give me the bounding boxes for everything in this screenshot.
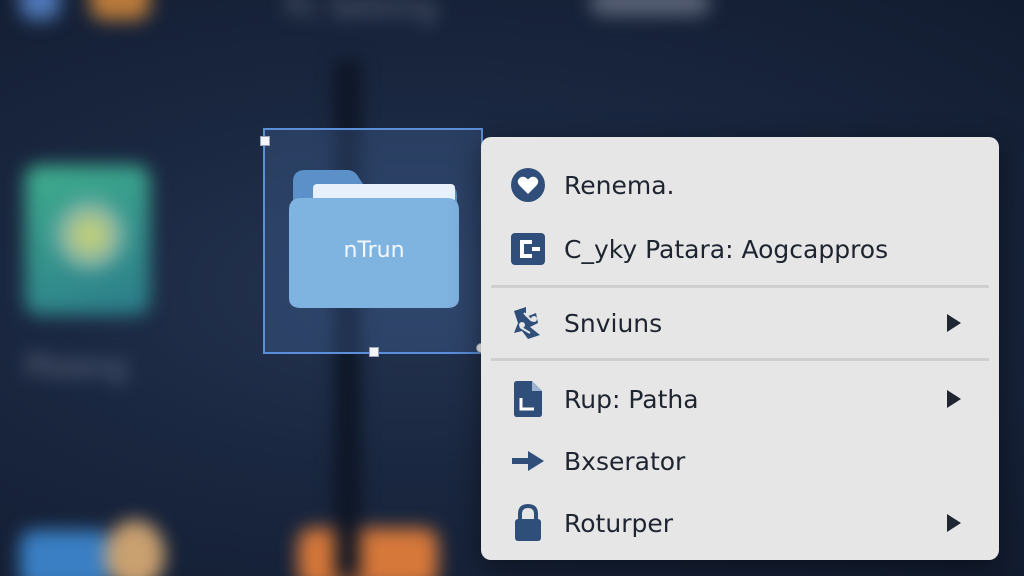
menu-item-copy-path[interactable]: C_yky Patara: Aogcappros: [481, 219, 999, 279]
menu-item-label: Rup: Patha: [564, 384, 699, 414]
document-icon: [509, 380, 547, 418]
lock-icon: [509, 504, 547, 542]
left-app-label: Pbieng: [25, 350, 127, 385]
bottom-left-app-icon-2: [105, 520, 165, 576]
folder-name-label: nTrun: [343, 238, 405, 263]
menu-item-label: Bxserator: [564, 446, 686, 476]
context-menu: Renema. C_yky Patara: Aogcappros Snviuns: [481, 137, 999, 560]
menu-item-label: Renema.: [564, 170, 675, 200]
share-network-icon: [509, 304, 547, 342]
bottom-left-app-icon: [20, 530, 110, 576]
chevron-right-icon: [947, 514, 961, 532]
selected-folder[interactable]: nTrun: [260, 128, 486, 357]
menu-item-share[interactable]: Snviuns: [481, 293, 999, 353]
menu-separator: [491, 358, 989, 361]
selection-handle-bottom-center[interactable]: [369, 347, 379, 357]
top-app-label: Pc Setting: [285, 0, 437, 25]
menu-item-label: C_yky Patara: Aogcappros: [564, 234, 889, 264]
top-bar-blur: [590, 0, 710, 15]
heart-icon: [509, 166, 547, 204]
menu-item-protect[interactable]: Roturper: [481, 493, 999, 553]
top-left-app-icon: [20, 0, 60, 20]
left-app-icon-glow: [55, 200, 125, 270]
chevron-right-icon: [947, 390, 961, 408]
selection-handle-top-left[interactable]: [260, 136, 270, 146]
top-app-icon: [90, 0, 150, 20]
menu-separator: [491, 285, 989, 288]
folder-icon: [289, 170, 459, 308]
menu-item-separator-action[interactable]: Bxserator: [481, 431, 999, 491]
copy-icon: [509, 230, 547, 268]
menu-item-rename[interactable]: Renema.: [481, 155, 999, 215]
chevron-right-icon: [947, 314, 961, 332]
menu-item-label: Roturper: [564, 508, 673, 538]
menu-item-path[interactable]: Rup: Patha: [481, 369, 999, 429]
bottom-center-app-icon: [298, 528, 438, 576]
arrow-right-icon: [509, 442, 547, 480]
menu-item-label: Snviuns: [564, 308, 663, 338]
